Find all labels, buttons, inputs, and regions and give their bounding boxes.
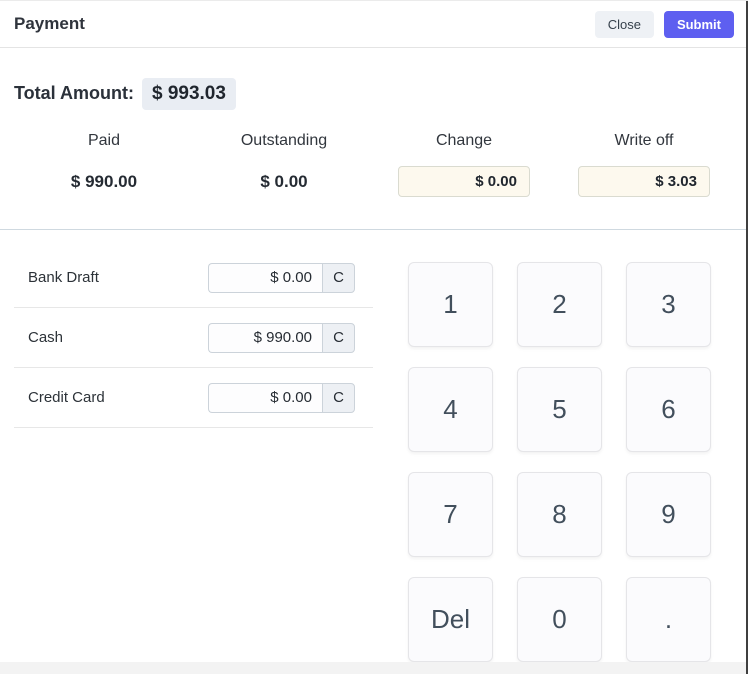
bank-draft-amount-input[interactable]: [208, 263, 322, 293]
bank-draft-amount-group: C: [208, 263, 355, 293]
keypad-key-del[interactable]: Del: [408, 577, 493, 662]
cash-amount-input[interactable]: [208, 323, 322, 353]
paid-column: Paid $ 990.00: [14, 132, 194, 197]
change-column: Change: [374, 132, 554, 197]
credit-card-label: Credit Card: [28, 389, 105, 406]
header-actions: Close Submit: [595, 11, 734, 38]
method-row-cash: Cash C: [14, 308, 373, 368]
keypad-key-4[interactable]: 4: [408, 367, 493, 452]
change-label: Change: [374, 132, 554, 150]
keypad-key-5[interactable]: 5: [517, 367, 602, 452]
credit-card-clear-button[interactable]: C: [322, 383, 355, 413]
cash-clear-button[interactable]: C: [322, 323, 355, 353]
submit-button[interactable]: Submit: [664, 11, 734, 38]
page-background-strip: [0, 662, 748, 674]
main-area: Bank Draft C Cash C Credit Card C: [0, 230, 748, 662]
write-off-field[interactable]: [578, 166, 710, 197]
keypad-key-1[interactable]: 1: [408, 262, 493, 347]
cash-amount-group: C: [208, 323, 355, 353]
keypad-key-9[interactable]: 9: [626, 472, 711, 557]
keypad-key-6[interactable]: 6: [626, 367, 711, 452]
dialog-header: Payment Close Submit: [0, 1, 748, 48]
bank-draft-label: Bank Draft: [28, 269, 99, 286]
credit-card-amount-group: C: [208, 383, 355, 413]
method-row-bank-draft: Bank Draft C: [14, 248, 373, 308]
page-title: Payment: [14, 14, 85, 34]
keypad-key-0[interactable]: 0: [517, 577, 602, 662]
total-amount-row: Total Amount: $ 993.03: [14, 78, 734, 109]
total-amount-value: $ 993.03: [142, 78, 236, 110]
outstanding-value: $ 0.00: [194, 172, 374, 192]
close-button[interactable]: Close: [595, 11, 654, 38]
keypad-key-2[interactable]: 2: [517, 262, 602, 347]
keypad-key-7[interactable]: 7: [408, 472, 493, 557]
outstanding-label: Outstanding: [194, 132, 374, 150]
keypad-key-8[interactable]: 8: [517, 472, 602, 557]
outstanding-column: Outstanding $ 0.00: [194, 132, 374, 197]
payment-dialog: Payment Close Submit Total Amount: $ 993…: [0, 0, 748, 674]
keypad-key-dot[interactable]: .: [626, 577, 711, 662]
payment-summary: Total Amount: $ 993.03 Paid $ 990.00 Out…: [0, 48, 748, 230]
payment-methods-list: Bank Draft C Cash C Credit Card C: [0, 230, 374, 662]
cash-label: Cash: [28, 329, 63, 346]
paid-label: Paid: [14, 132, 194, 150]
write-off-column: Write off: [554, 132, 734, 197]
method-row-credit-card: Credit Card C: [14, 368, 373, 428]
change-field[interactable]: [398, 166, 530, 197]
write-off-label: Write off: [554, 132, 734, 150]
total-amount-label: Total Amount:: [14, 83, 134, 104]
bank-draft-clear-button[interactable]: C: [322, 263, 355, 293]
credit-card-amount-input[interactable]: [208, 383, 322, 413]
keypad-area: 1 2 3 4 5 6 7 8 9 Del 0 .: [374, 230, 748, 662]
keypad-key-3[interactable]: 3: [626, 262, 711, 347]
paid-value: $ 990.00: [14, 172, 194, 192]
summary-columns: Paid $ 990.00 Outstanding $ 0.00 Change …: [14, 132, 734, 197]
numeric-keypad: 1 2 3 4 5 6 7 8 9 Del 0 .: [408, 262, 748, 662]
